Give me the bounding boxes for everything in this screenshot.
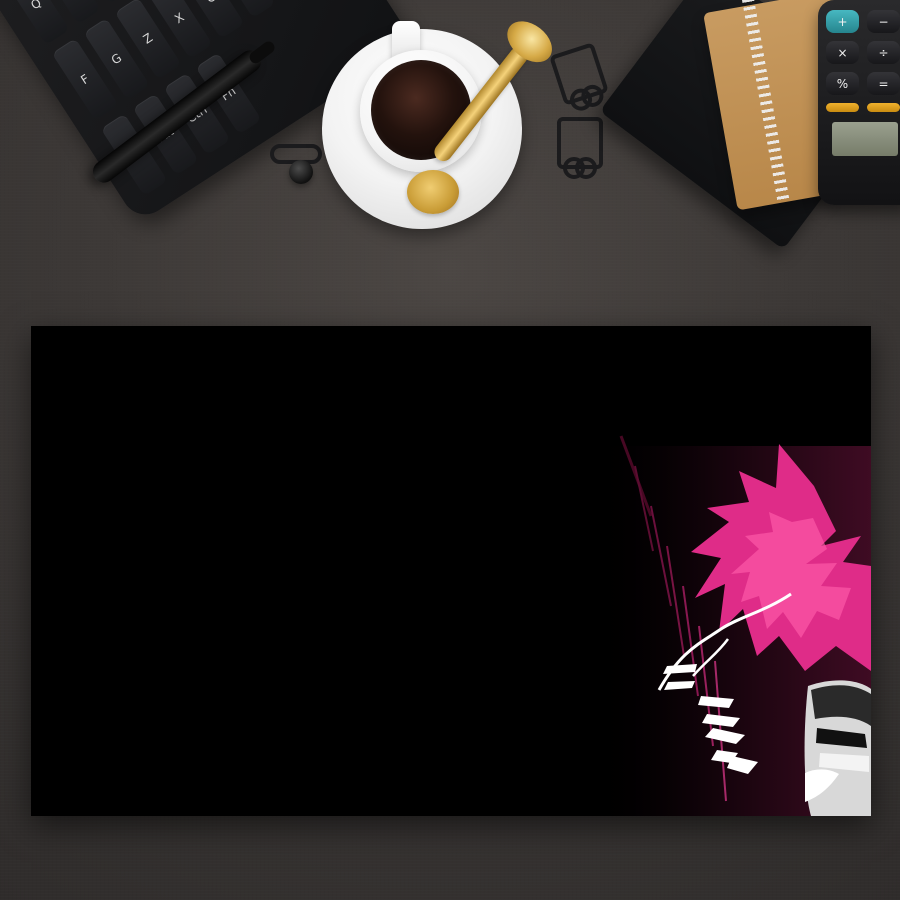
desk-scene: Q W E R T A S D F G Z X C V B N M Alt Ct… — [0, 0, 900, 900]
calculator-key: − — [867, 10, 900, 33]
calculator-keypad: + − × ÷ % = — [826, 10, 900, 112]
calculator-screen — [832, 122, 898, 156]
calculator-icon: + − × ÷ % = — [818, 0, 900, 205]
mat-artwork — [31, 326, 871, 816]
candy — [407, 170, 459, 214]
character-face — [804, 680, 871, 816]
desk-mat — [31, 326, 871, 816]
paper-clip-icon — [557, 117, 603, 179]
calculator-key: ÷ — [867, 41, 900, 64]
calculator-key: × — [826, 41, 859, 64]
calculator-key: = — [867, 72, 900, 95]
calculator-key — [826, 103, 859, 112]
keyboard-key: Q — [2, 0, 70, 45]
binder-knob — [289, 160, 313, 184]
paper-clip-icon — [549, 42, 609, 106]
calculator-key: + — [826, 10, 859, 33]
calculator-key: % — [826, 72, 859, 95]
calculator-key — [867, 103, 900, 112]
